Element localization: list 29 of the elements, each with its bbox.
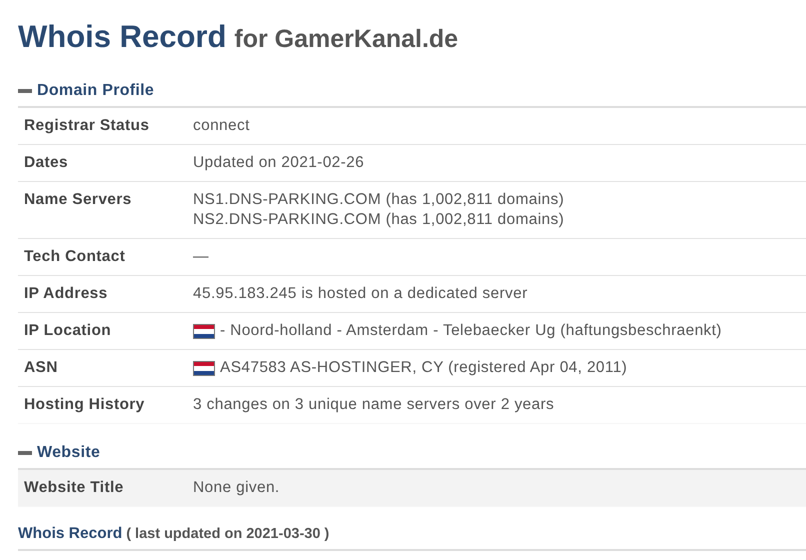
field-value: NS2.DNS-PARKING.COM (has 1,002,811 domains)	[193, 210, 564, 230]
field-label: Name Servers	[24, 190, 133, 210]
section-title[interactable]: Website	[37, 444, 100, 462]
flag-icon	[193, 324, 215, 338]
field-label: Hosting History	[24, 395, 146, 415]
collapse-icon[interactable]	[18, 89, 32, 93]
field-label: Tech Contact	[24, 247, 126, 267]
collapse-icon[interactable]	[18, 451, 32, 455]
whois-record-link[interactable]: Whois Record	[18, 525, 122, 542]
section-title[interactable]: Domain Profile	[37, 82, 154, 100]
domain-name: for GamerKanal.de	[234, 25, 458, 53]
field-value: NS1.DNS-PARKING.COM (has 1,002,811 domains)	[193, 190, 564, 210]
field-value: AS47583 AS-HOSTINGER, CY (registered Apr 04, 2011)	[220, 358, 628, 378]
field-value: 3 changes on 3 unique name servers over 2 years	[193, 395, 554, 415]
field-value: —	[193, 247, 209, 267]
field-label: Website Title	[24, 478, 125, 498]
field-label: IP Address	[24, 284, 109, 304]
page-title: Whois Record	[18, 19, 226, 54]
field-value: Updated on 2021-02-26	[193, 153, 364, 173]
flag-icon	[193, 360, 215, 376]
field-label: IP Location	[24, 321, 112, 341]
field-value: - Noord-holland - Amsterdam - Telebaecker Ug (haftungsbeschraenkt)	[220, 321, 722, 341]
field-label: Registrar Status	[24, 116, 150, 136]
field-value: None given.	[193, 478, 280, 498]
field-label: Dates	[24, 153, 69, 173]
field-label: ASN	[24, 358, 59, 378]
field-value: connect	[193, 116, 250, 136]
field-value: 45.95.183.245 is hosted on a dedicated server	[193, 284, 528, 304]
last-updated-note: ( last updated on 2021-03-30 )	[126, 526, 330, 542]
